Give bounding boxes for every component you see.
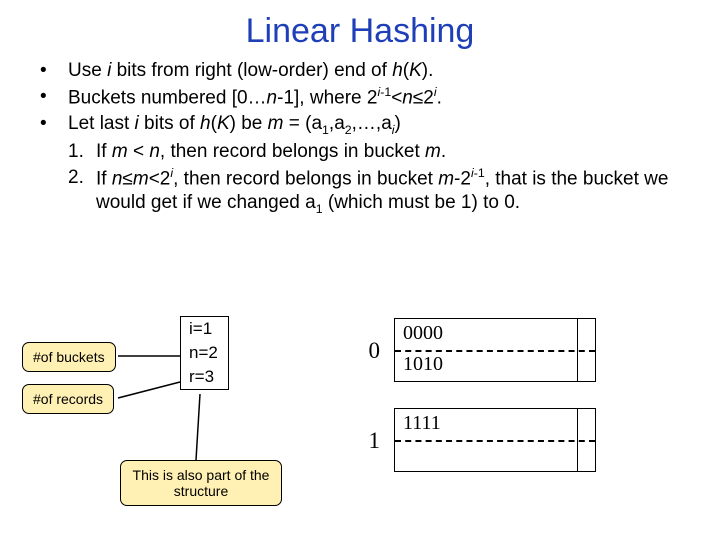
bullet-1: Use i bits from right (low-order) end of…	[68, 59, 692, 83]
record-1111: 1111	[403, 412, 441, 435]
bucket-1: 1111	[394, 408, 596, 472]
callout-structure: This is also part of the structure	[120, 460, 282, 506]
param-r: r=3	[181, 365, 228, 389]
bullet-mark: •	[40, 85, 68, 110]
overflow-block	[577, 318, 596, 382]
record-0000: 0000	[403, 322, 443, 345]
page-title: Linear Hashing	[0, 12, 720, 51]
callout-buckets: #of buckets	[22, 342, 116, 372]
record-1010: 1010	[403, 353, 443, 376]
diagram-area: i=1 n=2 r=3 #of buckets #of records This…	[0, 312, 720, 552]
num-item-1: If m < n, then record belongs in bucket …	[96, 140, 692, 164]
bullet-mark: •	[40, 59, 68, 83]
bullet-2: Buckets numbered [0…n-1], where 2i-1<n≤2…	[68, 85, 692, 110]
content-body: • Use i bits from right (low-order) end …	[0, 59, 720, 217]
overflow-block	[577, 408, 596, 472]
param-n: n=2	[181, 341, 228, 365]
bullet-3: Let last i bits of h(K) be m = (a1,a2,…,…	[68, 112, 692, 138]
num-mark: 1.	[68, 140, 96, 164]
bucket-index-1: 1	[360, 428, 380, 454]
params-box: i=1 n=2 r=3	[180, 316, 229, 390]
bucket-0: 0000 1010	[394, 318, 596, 382]
bucket-index-0: 0	[360, 338, 380, 364]
num-mark: 2.	[68, 166, 96, 217]
num-item-2: If n≤m<2i, then record belongs in bucket…	[96, 166, 692, 217]
bullet-mark: •	[40, 112, 68, 138]
callout-records: #of records	[22, 384, 114, 414]
param-i: i=1	[181, 317, 228, 341]
